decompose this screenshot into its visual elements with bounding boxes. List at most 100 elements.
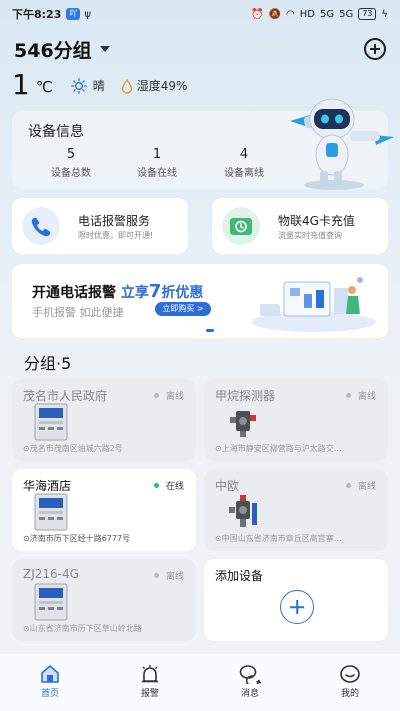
service-title: 电话报警服务 (78, 214, 151, 228)
device-address-text: 济南市历下区经十路6777号 (29, 534, 131, 543)
nav-label: 报警 (140, 689, 159, 699)
device-name: 华海酒店 (23, 479, 72, 493)
gas-alarm-controller-icon (34, 403, 68, 441)
stat-label: 设备总数 (51, 168, 91, 179)
profile-icon (340, 665, 360, 683)
device-status-text: 离线 (357, 482, 376, 492)
humidity: 湿度49% (136, 79, 188, 93)
weather-condition: 晴 (92, 79, 105, 93)
message-icon (239, 665, 261, 684)
device-status-text: 离线 (165, 392, 184, 402)
status-dot (153, 573, 159, 578)
app-badge-icon: 吖 (66, 8, 81, 20)
stat-online: 1 设备在线 (122, 147, 192, 179)
phone-alarm-service-card[interactable]: 电话报警服务 限时优惠，即可开通! (12, 198, 188, 254)
device-card[interactable]: ZJ216-4G 离线 ⊙山东省济南市历下区草山岭北路 (12, 559, 196, 641)
bottom-nav: 首页 报警 消息 我的 (0, 654, 400, 711)
device-card[interactable]: 茂名市人民政府 离线 ⊙茂名市茂南区油城六路2号 (12, 379, 196, 461)
nav-label: 消息 (240, 689, 259, 699)
wifi-icon: ◠ (285, 8, 295, 20)
robot-mascot-icon (290, 98, 394, 190)
nav-profile[interactable]: 我的 (300, 654, 400, 711)
chevron-down-icon[interactable] (99, 46, 110, 52)
device-card[interactable]: 甲烷探测器 离线 ⊙上海市静安区柳营路与沪太路交… (204, 379, 388, 461)
device-address-text: 茂名市茂南区油城六路2号 (29, 444, 123, 453)
buy-now-button[interactable]: 立即购买 > (155, 302, 211, 316)
temperature-unit: ℃ (35, 78, 53, 96)
device-address-text: 上海市静安区柳营路与沪太路交… (221, 444, 342, 453)
device-address: ⊙山东省济南市历下区草山岭北路 (23, 624, 142, 633)
device-status: 在线 (153, 479, 184, 492)
sun-icon (70, 78, 87, 94)
add-device-label: 添加设备 (215, 569, 264, 583)
water-drop-icon (121, 79, 132, 94)
service-subtitle: 限时优惠，即可开通! (78, 231, 154, 240)
device-address: ⊙济南市历下区经十路6777号 (23, 534, 131, 543)
device-name: 茂名市人民政府 (23, 389, 108, 403)
phone-icon (22, 207, 60, 245)
service-subtitle: 流量实时充值查询 (278, 231, 342, 240)
gas-detector-icon (230, 411, 256, 437)
promo-banner[interactable]: 开通电话报警 立享7折优惠 手机报警 如此便捷 立即购买 > (12, 264, 388, 338)
charging-icon: ϟ (381, 8, 388, 20)
weather-bar: 1 ℃ 晴 湿度49% (12, 64, 187, 100)
add-device-plus-icon[interactable] (280, 590, 314, 624)
device-status-text: 在线 (165, 482, 184, 492)
banner-highlight-num: 7 (148, 281, 162, 302)
device-address-text: 山东省济南市历下区草山岭北路 (29, 624, 142, 633)
sim-card-icon (222, 207, 260, 245)
device-status: 离线 (345, 479, 376, 492)
alarm-clock-icon: ⏰ (251, 8, 264, 20)
device-status-text: 离线 (357, 392, 376, 402)
device-info-title: 设备信息 (28, 124, 84, 140)
nav-home[interactable]: 首页 (0, 654, 100, 711)
banner-highlight: 立享7折优惠 (120, 281, 204, 302)
battery-icon: 73 (358, 8, 377, 20)
device-name: 甲烷探测器 (215, 389, 276, 403)
signal-1: 5G (319, 8, 335, 20)
nav-message[interactable]: 消息 (200, 654, 300, 711)
banner-headline: 开通电话报警 立享7折优惠 (32, 281, 203, 302)
device-status: 离线 (153, 569, 184, 582)
device-status: 离线 (153, 389, 184, 402)
header: 546分组 (14, 34, 386, 64)
device-address: ⊙中国山东省济南市章丘区高官寨… (215, 534, 342, 543)
device-name: 中欧 (215, 479, 240, 493)
device-status-text: 离线 (165, 572, 184, 582)
device-card[interactable]: 华海酒店 在线 ⊙济南市历下区经十路6777号 (12, 469, 196, 551)
stat-total: 5 设备总数 (36, 147, 106, 179)
phone-alarm-illustration-icon (252, 277, 376, 332)
home-icon (41, 665, 59, 683)
nav-label: 首页 (40, 689, 59, 699)
alarm-icon (142, 665, 158, 683)
status-icons: ⏰ 🔕 ◠ HD 5G 5G 73 ϟ (251, 8, 388, 20)
status-dot (345, 393, 351, 398)
add-icon[interactable] (364, 38, 386, 60)
status-bar: 下午8:23 吖 ψ ⏰ 🔕 ◠ HD 5G 5G 73 ϟ (0, 0, 400, 28)
banner-highlight-b: 折优惠 (161, 285, 204, 301)
network-type: HD (299, 8, 315, 20)
service-title: 物联4G卡充值 (278, 214, 355, 228)
stat-value: 5 (66, 147, 76, 162)
device-address: ⊙茂名市茂南区油城六路2号 (23, 444, 123, 453)
banner-highlight-a: 立享 (120, 285, 149, 301)
group-selector[interactable]: 546分组 (14, 36, 92, 63)
nav-label: 我的 (340, 689, 359, 699)
device-status: 离线 (345, 389, 376, 402)
device-address: ⊙上海市静安区柳营路与沪太路交… (215, 444, 342, 453)
gas-alarm-controller-icon (34, 493, 68, 531)
banner-text: 开通电话报警 (32, 285, 116, 301)
mute-icon: 🔕 (268, 8, 281, 20)
device-card[interactable]: 中欧 离线 ⊙中国山东省济南市章丘区高官寨… (204, 469, 388, 551)
gas-detector-icon (229, 495, 257, 527)
status-dot (153, 393, 159, 398)
sim-recharge-card[interactable]: 物联4G卡充值 流量实时充值查询 (212, 198, 388, 254)
add-device-card[interactable]: 添加设备 (204, 559, 388, 641)
signal-2: 5G (339, 8, 354, 20)
nav-alarm[interactable]: 报警 (100, 654, 200, 711)
device-address-text: 中国山东省济南市章丘区高官寨… (221, 534, 342, 543)
stat-label: 设备在线 (137, 168, 177, 179)
stat-value: 1 (152, 147, 162, 162)
banner-subtext: 手机报警 如此便捷 (32, 306, 124, 319)
temperature: 1 (12, 68, 30, 101)
